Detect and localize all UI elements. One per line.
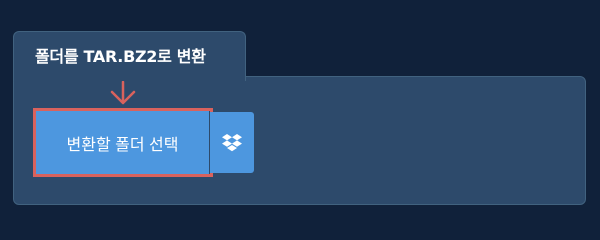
select-folder-button[interactable]: 변환할 폴더 선택	[36, 111, 209, 174]
arrow-down-icon	[110, 81, 136, 105]
tab-title: 폴더를 TAR.BZ2로 변환	[35, 47, 206, 66]
dropbox-icon	[222, 133, 242, 151]
dropbox-button[interactable]	[210, 112, 254, 173]
